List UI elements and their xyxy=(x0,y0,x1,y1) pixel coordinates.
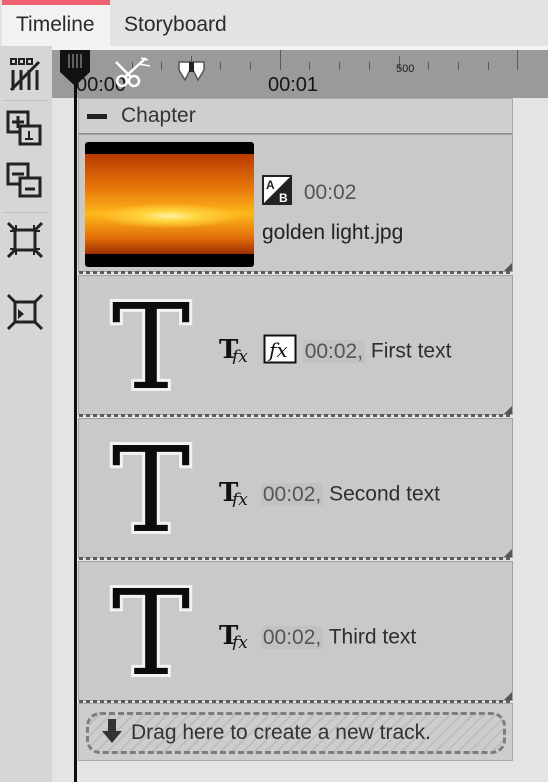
ruler-tick xyxy=(458,62,459,70)
image-thumbnail xyxy=(85,142,254,267)
text-clip[interactable]: T T fx 00:02, Second text xyxy=(78,418,513,560)
clip-corner xyxy=(504,263,512,271)
fx-box-icon[interactable]: fx xyxy=(263,334,297,370)
svg-text:T: T xyxy=(112,576,191,686)
clip-name: First text xyxy=(370,339,452,363)
toolbar-divider xyxy=(4,212,48,213)
svg-text:A: A xyxy=(266,178,275,192)
text-fx-icon[interactable]: T fx xyxy=(219,334,255,370)
svg-text:T: T xyxy=(112,433,191,543)
collapse-icon[interactable] xyxy=(87,114,107,119)
clip-duration: 00:02, xyxy=(260,482,324,506)
tab-storyboard[interactable]: Storyboard xyxy=(110,0,241,46)
ruler-time-label: 00:01 xyxy=(268,74,319,96)
marker-icon[interactable] xyxy=(176,58,208,91)
add-track-icon[interactable] xyxy=(3,106,47,150)
drop-zone-label: Drag here to create a new track. xyxy=(131,721,431,744)
arrow-down-icon xyxy=(101,717,123,750)
clip-duration: 00:02, xyxy=(260,625,324,649)
transition-ab-icon[interactable]: A B xyxy=(262,175,292,211)
ruler-ms-label: 500 xyxy=(396,63,415,75)
new-track-drop-zone[interactable]: Drag here to create a new track. xyxy=(78,703,513,761)
timeline-toolbar xyxy=(0,46,52,782)
ruler-tick xyxy=(517,50,518,70)
ruler-tick xyxy=(488,62,489,70)
clip-duration: 00:02 xyxy=(303,180,357,204)
clip-meta: T fx 00:02, Second text xyxy=(219,477,440,513)
text-thumbnail: T xyxy=(109,290,194,400)
ruler-tick xyxy=(339,62,340,70)
remove-track-icon[interactable] xyxy=(3,158,47,202)
ruler-tick xyxy=(250,62,251,70)
clip-corner xyxy=(504,549,512,557)
clip-duration: 00:02, xyxy=(302,339,366,363)
text-clip[interactable]: T T fx 00:02, Third text xyxy=(78,561,513,703)
clip-corner xyxy=(504,692,512,700)
zoom-fit-icon[interactable] xyxy=(3,290,47,334)
text-fx-icon[interactable]: T fx xyxy=(219,477,255,513)
toolbar-divider xyxy=(4,100,48,101)
text-thumbnail: T xyxy=(109,433,194,543)
tab-bar: Timeline Storyboard xyxy=(0,0,548,46)
clip-meta: T fx fx 00:02, First text xyxy=(219,334,451,370)
image-clip[interactable]: A B 00:02 golden light.jpg xyxy=(78,134,513,274)
zoom-out-icon[interactable] xyxy=(3,218,47,262)
ruler-tick xyxy=(369,62,370,70)
ruler-tick xyxy=(309,62,310,70)
svg-text:B: B xyxy=(279,191,288,205)
ruler-top-border xyxy=(52,46,548,50)
drop-target[interactable]: Drag here to create a new track. xyxy=(86,712,506,754)
clip-name: golden light.jpg xyxy=(262,221,404,244)
text-clip[interactable]: T T fx fx 00:02, First text xyxy=(78,275,513,417)
svg-text:fx: fx xyxy=(230,490,248,507)
tab-timeline[interactable]: Timeline xyxy=(2,0,110,46)
ruler-tick xyxy=(280,50,281,70)
clip-name: Second text xyxy=(329,482,440,506)
svg-text:fx: fx xyxy=(230,347,248,364)
svg-text:fx: fx xyxy=(267,338,288,362)
time-ruler[interactable]: 00:00 00:01 500 xyxy=(52,46,548,98)
ruler-tick xyxy=(428,62,429,70)
clip-name: Third text xyxy=(328,625,417,649)
ruler-tick xyxy=(161,62,162,70)
scissors-icon[interactable] xyxy=(114,54,154,95)
clip-meta: T fx 00:02, Third text xyxy=(219,620,416,656)
text-thumbnail: T xyxy=(109,576,194,686)
playhead-line[interactable] xyxy=(74,80,77,782)
svg-text:fx: fx xyxy=(230,633,248,650)
ruler-tick xyxy=(220,62,221,70)
svg-text:T: T xyxy=(112,290,191,400)
remove-effects-icon[interactable] xyxy=(3,52,47,96)
clip-corner xyxy=(504,406,512,414)
text-fx-icon[interactable]: T fx xyxy=(219,620,255,656)
track-bottom-space xyxy=(78,761,513,782)
clip-meta: A B 00:02 xyxy=(262,175,356,211)
playhead-handle[interactable] xyxy=(58,46,92,88)
chapter-header[interactable]: Chapter xyxy=(78,98,513,134)
chapter-label: Chapter xyxy=(121,104,196,127)
